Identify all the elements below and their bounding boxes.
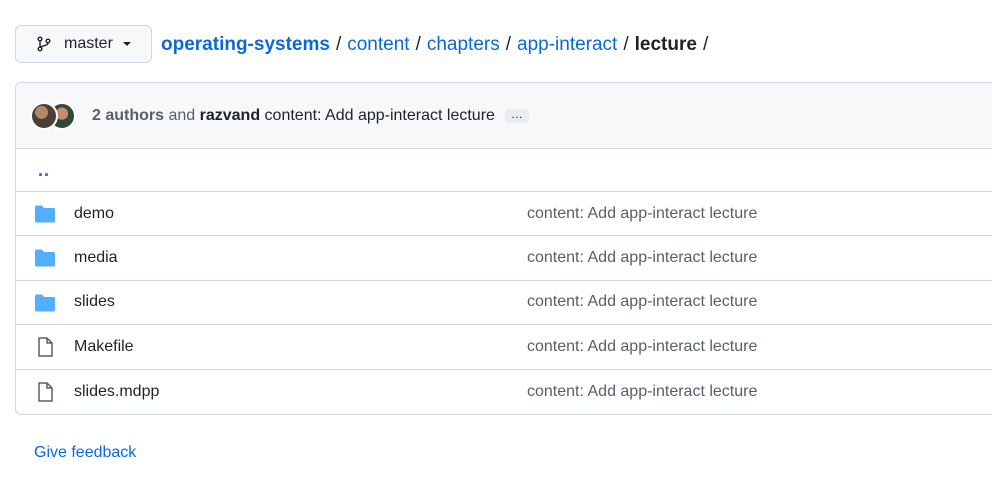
expand-commit-button[interactable]: … [504,108,529,123]
file-icon [38,337,53,357]
breadcrumb-separator: / [415,34,421,55]
file-name-link[interactable]: media [74,249,118,267]
file-list: 2 authors and razvand content: Add app-i… [15,82,992,415]
parent-directory-row[interactable]: .. [16,149,992,192]
file-name-link[interactable]: slides [74,293,115,311]
latest-commit-bar: 2 authors and razvand content: Add app-i… [16,83,992,149]
breadcrumb-link-chapters[interactable]: chapters [427,34,500,55]
file-name-link[interactable]: demo [74,205,114,223]
breadcrumb-separator: / [335,34,342,55]
breadcrumb-repo-link[interactable]: operating-systems [161,34,330,55]
avatar[interactable] [30,101,58,130]
breadcrumb-separator: / [505,34,511,55]
table-row: Makefile content: Add app-interact lectu… [16,325,992,370]
file-commit-message[interactable]: content: Add app-interact lecture [527,293,757,311]
file-icon [38,381,53,402]
breadcrumb-current: lecture [634,34,697,55]
authors-link[interactable]: 2 authors [92,107,164,124]
breadcrumb-separator: / [702,34,709,55]
file-name-link[interactable]: Makefile [74,338,134,356]
breadcrumb-link-content[interactable]: content [347,34,409,55]
commit-summary: 2 authors and razvand content: Add app-i… [92,107,495,125]
give-feedback-link[interactable]: Give feedback [34,444,136,462]
folder-icon [35,249,55,267]
commit-and-text: and [168,106,196,124]
commit-message-link[interactable]: content: Add app-interact lecture [265,107,495,124]
breadcrumb: operating-systems / content / chapters / app-i… [161,33,714,57]
table-row: demo content: Add app-interact lecture [16,192,992,237]
folder-icon [35,294,55,312]
parent-directory-link[interactable]: .. [38,160,50,181]
branch-selector-button[interactable]: master [15,25,152,63]
branch-label: master [64,35,113,52]
file-commit-message[interactable]: content: Add app-interact lecture [527,338,757,356]
author-avatars[interactable] [30,100,78,132]
breadcrumb-link-app-interact[interactable]: app-interact [517,34,617,55]
file-name-link[interactable]: slides.mdpp [74,383,159,401]
table-row: slides.mdpp content: Add app-interact le… [16,370,992,414]
folder-icon [35,205,55,223]
author-name-link[interactable]: razvand [200,107,260,124]
git-branch-icon [37,36,51,52]
table-row: slides content: Add app-interact lecture [16,281,992,326]
file-commit-message[interactable]: content: Add app-interact lecture [527,383,757,401]
table-row: media content: Add app-interact lecture [16,236,992,281]
breadcrumb-separator: / [623,34,629,55]
file-commit-message[interactable]: content: Add app-interact lecture [527,249,757,267]
chevron-down-icon [122,42,131,46]
file-commit-message[interactable]: content: Add app-interact lecture [527,205,757,223]
